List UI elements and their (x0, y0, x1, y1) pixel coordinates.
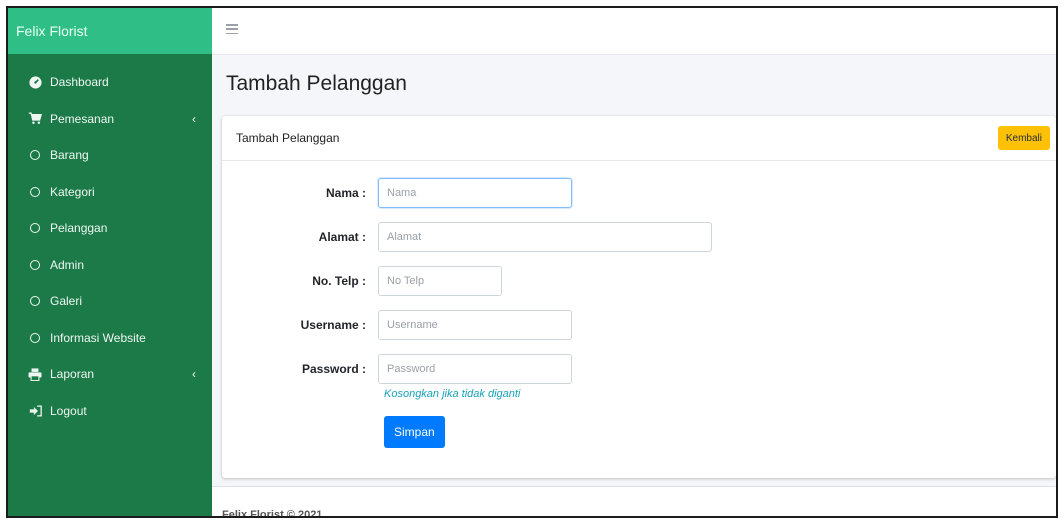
form-card: Tambah Pelanggan Kembali Nama : Nama Ala… (222, 116, 1056, 478)
card-title: Tambah Pelanggan (236, 131, 340, 145)
no-telp-input[interactable]: No Telp (378, 266, 502, 296)
card-header: Tambah Pelanggan Kembali (222, 116, 1056, 161)
nama-label: Nama : (325, 186, 366, 200)
brand-logo[interactable]: Felix Florist (8, 8, 212, 54)
sidebar-item-label: Logout (50, 403, 87, 418)
chevron-left-icon: ‹ (192, 111, 196, 126)
sidebar-item-kategori[interactable]: Kategori (8, 174, 212, 211)
sidebar-item-label: Pelanggan (50, 221, 108, 236)
circle-icon (28, 258, 42, 272)
sidebar-item-admin[interactable]: Admin (8, 247, 212, 284)
form-row-alamat: Alamat : Alamat (222, 222, 712, 252)
circle-icon (28, 331, 42, 345)
cart-icon (28, 112, 42, 126)
menu-toggle-icon[interactable] (226, 24, 238, 34)
sidebar-item-dashboard[interactable]: Dashboard (8, 64, 212, 101)
no-telp-label: No. Telp : (312, 274, 366, 288)
circle-icon (28, 185, 42, 199)
username-input[interactable]: Username (378, 310, 572, 340)
sidebar-item-label: Laporan (50, 367, 95, 382)
sidebar-item-label: Barang (50, 148, 89, 163)
sidebar: Felix Florist Dashboard Pemesanan ‹ Bara… (8, 8, 212, 516)
username-label: Username : (300, 318, 366, 332)
footer: Felix Florist © 2021 (212, 486, 1056, 516)
app-window: Felix Florist Dashboard Pemesanan ‹ Bara… (6, 6, 1058, 518)
password-input[interactable]: Password (378, 354, 572, 384)
alamat-label: Alamat : (318, 230, 366, 244)
circle-icon (28, 148, 42, 162)
sidebar-item-barang[interactable]: Barang (8, 137, 212, 174)
dashboard-icon (28, 75, 42, 89)
print-icon (28, 367, 42, 381)
sidebar-item-label: Informasi Website (50, 330, 146, 345)
save-button[interactable]: Simpan (384, 416, 445, 448)
sidebar-item-label: Galeri (50, 294, 83, 309)
logout-icon (28, 404, 42, 418)
sidebar-item-laporan[interactable]: Laporan ‹ (8, 356, 212, 393)
main-content: Tambah Pelanggan Tambah Pelanggan Kembal… (212, 54, 1056, 516)
sidebar-item-label: Admin (50, 257, 85, 272)
sidebar-item-pemesanan[interactable]: Pemesanan ‹ (8, 101, 212, 138)
sidebar-nav: Dashboard Pemesanan ‹ Barang Kategori Pe… (8, 54, 212, 429)
form-row-password: Password : Password (222, 354, 572, 384)
top-navbar (212, 8, 1056, 55)
page-title: Tambah Pelanggan (226, 72, 407, 95)
sidebar-item-pelanggan[interactable]: Pelanggan (8, 210, 212, 247)
circle-icon (28, 221, 42, 235)
password-hint: Kosongkan jika tidak diganti (384, 388, 521, 400)
form-row-nama: Nama : Nama (222, 178, 572, 208)
circle-icon (28, 294, 42, 308)
sidebar-item-label: Pemesanan (50, 111, 115, 126)
password-label: Password : (301, 362, 366, 376)
chevron-left-icon: ‹ (192, 367, 196, 382)
nama-input[interactable]: Nama (378, 178, 572, 208)
sidebar-item-label: Dashboard (50, 75, 109, 90)
sidebar-item-label: Kategori (50, 184, 95, 199)
sidebar-item-informasi-website[interactable]: Informasi Website (8, 320, 212, 357)
alamat-input[interactable]: Alamat (378, 222, 712, 252)
back-button[interactable]: Kembali (997, 126, 1050, 150)
sidebar-item-logout[interactable]: Logout (8, 393, 212, 430)
sidebar-item-galeri[interactable]: Galeri (8, 283, 212, 320)
footer-copyright: Felix Florist © 2021 (222, 509, 323, 518)
form-row-username: Username : Username (222, 310, 572, 340)
form-row-no-telp: No. Telp : No Telp (222, 266, 502, 296)
